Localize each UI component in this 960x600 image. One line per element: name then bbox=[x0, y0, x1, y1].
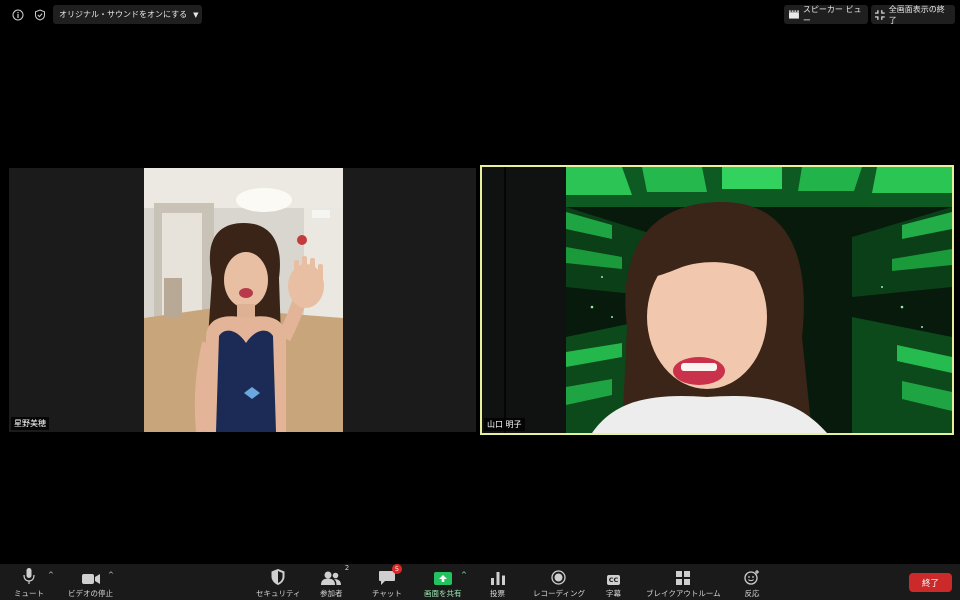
video-options-caret-icon[interactable]: ^ bbox=[108, 571, 114, 579]
participant-name-tag: 山口 明子 bbox=[484, 418, 525, 431]
reactions-label: 反応 bbox=[744, 589, 760, 598]
captions-button[interactable]: CC 字幕 bbox=[606, 567, 621, 599]
security-label: セキュリティ bbox=[256, 589, 301, 598]
participants-label: 参加者 bbox=[320, 589, 343, 598]
participants-icon: 2 bbox=[321, 564, 349, 585]
exit-fullscreen-button[interactable]: 全画面表示の終了 bbox=[871, 4, 955, 25]
exit-fullscreen-icon bbox=[875, 9, 885, 20]
polls-button[interactable]: 投票 bbox=[490, 567, 505, 599]
reactions-button[interactable]: 反応 bbox=[744, 567, 760, 599]
share-screen-label: 画面を共有 bbox=[424, 589, 462, 598]
share-screen-icon bbox=[433, 567, 452, 585]
security-button[interactable]: セキュリティ bbox=[256, 567, 301, 599]
speaker-view-label: スピーカー ビュー bbox=[802, 4, 862, 25]
mute-label: ミュート bbox=[14, 589, 44, 598]
speaker-view-icon bbox=[789, 10, 799, 19]
shield-icon bbox=[271, 567, 285, 585]
polls-label: 投票 bbox=[490, 589, 505, 598]
video-camera-icon bbox=[81, 567, 100, 585]
participant-video-feed bbox=[482, 167, 952, 433]
meeting-toolbar: ミュート ^ ビデオの停止 ^ セキュリティ 2 参加者 5 チャット 画面を共… bbox=[0, 564, 960, 600]
microphone-icon bbox=[23, 567, 35, 585]
captions-label: 字幕 bbox=[606, 589, 621, 598]
info-icon[interactable] bbox=[10, 7, 26, 23]
chevron-down-icon[interactable]: ▼ bbox=[193, 11, 198, 19]
original-sound-label: オリジナル・サウンドをオンにする bbox=[59, 10, 188, 19]
record-icon bbox=[551, 567, 567, 585]
record-label: レコーディング bbox=[533, 589, 585, 598]
share-options-caret-icon[interactable]: ^ bbox=[461, 571, 467, 579]
mute-button[interactable]: ミュート bbox=[14, 567, 44, 599]
end-meeting-button[interactable]: 終了 bbox=[909, 573, 952, 592]
original-sound-button[interactable]: オリジナル・サウンドをオンにする ▼ bbox=[53, 5, 203, 24]
stop-video-button[interactable]: ビデオの停止 bbox=[68, 567, 113, 599]
video-tile-participant-1[interactable]: 星野美穂 bbox=[9, 168, 476, 432]
shield-check-icon[interactable] bbox=[32, 7, 48, 23]
exit-fullscreen-label: 全画面表示の終了 bbox=[888, 4, 945, 25]
audio-options-caret-icon[interactable]: ^ bbox=[48, 571, 54, 579]
participants-count: 2 bbox=[344, 564, 350, 572]
chat-label: チャット bbox=[372, 589, 402, 598]
chat-unread-badge: 5 bbox=[391, 564, 402, 574]
share-screen-button[interactable]: 画面を共有 bbox=[424, 567, 462, 599]
closed-captions-icon: CC bbox=[606, 575, 621, 585]
participant-name-tag: 星野美穂 bbox=[11, 417, 49, 430]
breakout-rooms-icon bbox=[676, 567, 691, 585]
participant-video-feed bbox=[144, 168, 343, 432]
breakout-rooms-label: ブレイクアウトルーム bbox=[646, 589, 721, 598]
bar-chart-icon bbox=[490, 567, 505, 585]
breakout-rooms-button[interactable]: ブレイクアウトルーム bbox=[646, 567, 721, 599]
stop-video-label: ビデオの停止 bbox=[68, 589, 113, 598]
video-tile-participant-2[interactable]: 山口 明子 bbox=[480, 165, 954, 435]
participants-button[interactable]: 2 参加者 bbox=[320, 564, 349, 599]
chat-bubble-icon: 5 bbox=[378, 564, 402, 585]
smiley-plus-icon bbox=[744, 567, 760, 585]
top-bar: オリジナル・サウンドをオンにする ▼ スピーカー ビュー 全画面表示の終了 bbox=[0, 0, 960, 30]
chat-button[interactable]: 5 チャット bbox=[372, 564, 402, 599]
speaker-view-button[interactable]: スピーカー ビュー bbox=[784, 4, 868, 25]
record-button[interactable]: レコーディング bbox=[533, 567, 585, 599]
